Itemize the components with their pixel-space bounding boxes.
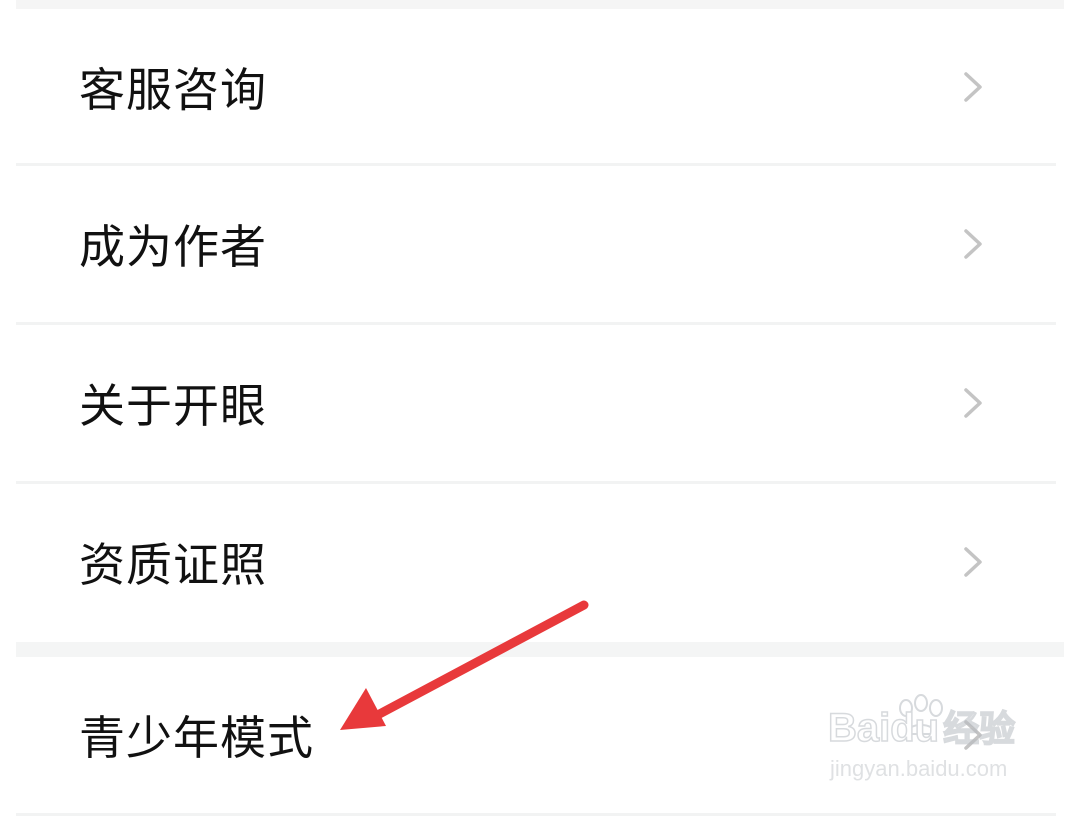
chevron-right-icon (964, 229, 982, 259)
menu-item-label: 青少年模式 (79, 711, 314, 765)
menu-item-qualifications[interactable]: 资质证照 (16, 484, 1064, 640)
menu-item-about[interactable]: 关于开眼 (16, 325, 1064, 481)
menu-item-customer-service[interactable]: 客服咨询 (16, 9, 1064, 165)
menu-item-label: 资质证照 (79, 538, 267, 592)
watermark-brand: Baidu 经验 (827, 700, 1016, 752)
settings-page: 客服咨询 成为作者 关于开眼 资质证照 青少年模式 Baidu 经验 jingy… (0, 0, 1080, 816)
watermark: Baidu 经验 jingyan.baidu.com (827, 694, 1028, 796)
chevron-right-icon (964, 388, 982, 418)
chevron-right-icon (964, 547, 982, 577)
menu-item-become-author[interactable]: 成为作者 (16, 166, 1064, 322)
chevron-right-icon (964, 72, 982, 102)
section-gap-top (16, 0, 1064, 9)
menu-item-label: 客服咨询 (79, 63, 267, 117)
watermark-brand-suffix: du (890, 705, 940, 751)
watermark-brand-text: Bai (827, 705, 891, 751)
watermark-url: jingyan.baidu.com (830, 756, 1008, 781)
watermark-brand-cn: 经验 (942, 708, 1016, 751)
menu-item-label: 关于开眼 (79, 379, 267, 433)
menu-item-label: 成为作者 (79, 220, 267, 274)
section-gap (16, 642, 1064, 657)
